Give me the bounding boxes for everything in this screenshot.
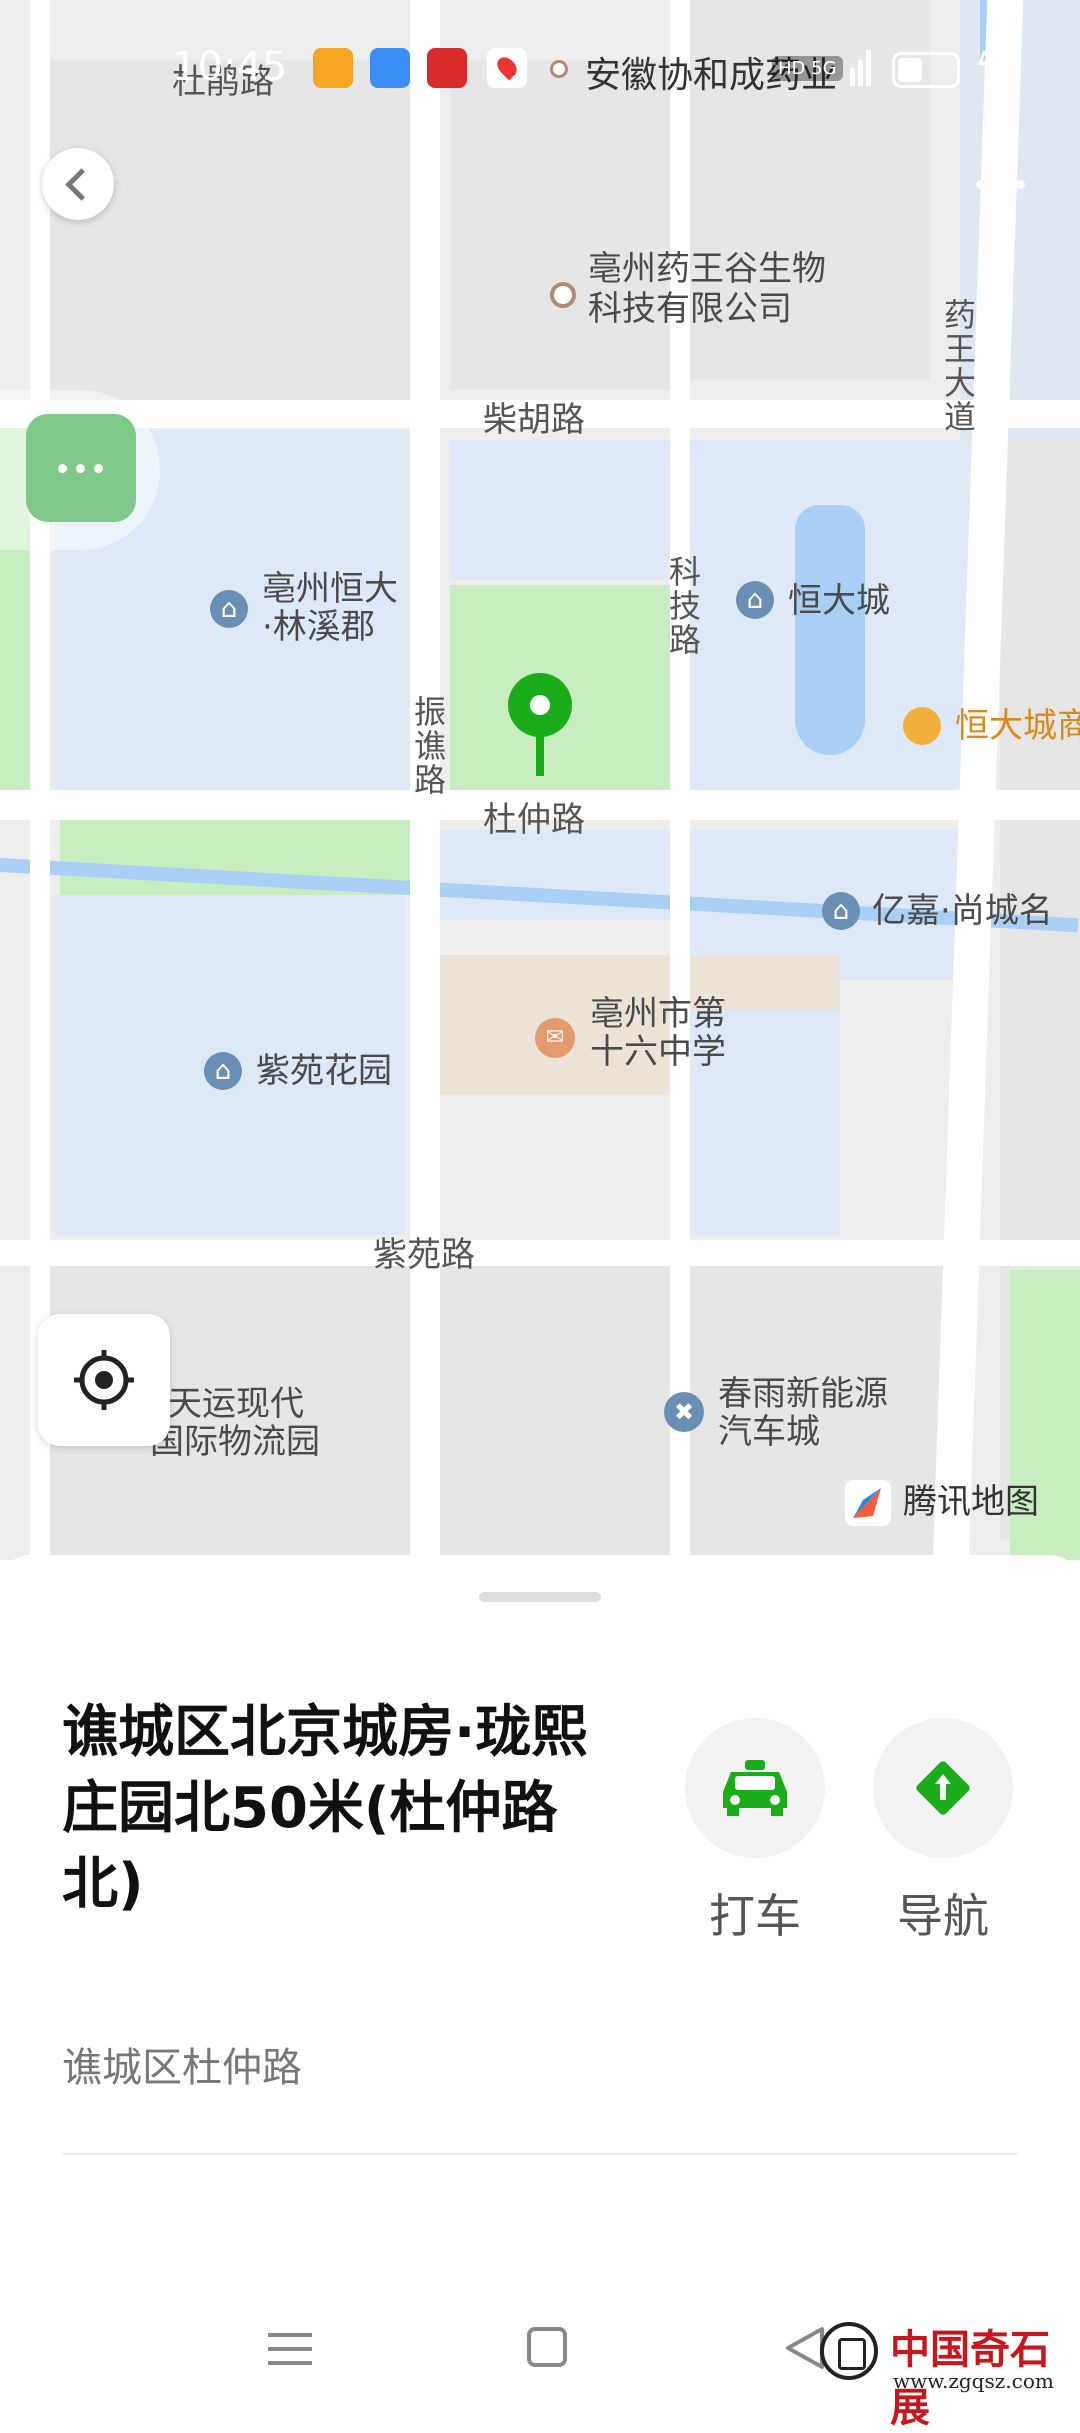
poi-label[interactable]: 汽车城 bbox=[718, 1413, 820, 1451]
crosshair-icon bbox=[74, 1350, 134, 1410]
signal-icon bbox=[850, 50, 874, 86]
recent-apps-button[interactable] bbox=[268, 2329, 312, 2369]
navigation-button[interactable] bbox=[873, 1718, 1013, 1858]
status-bar: 10:45 安徽协和成药业 HD 5G ϟ bbox=[0, 0, 1080, 130]
road bbox=[670, 0, 690, 1560]
location-pin-icon[interactable] bbox=[508, 673, 572, 737]
car-service-icon: ✖ bbox=[664, 1392, 704, 1432]
residence-icon bbox=[736, 581, 774, 619]
road-label: 科技路 bbox=[668, 553, 701, 659]
divider bbox=[62, 2153, 1018, 2155]
taxi-icon bbox=[723, 1760, 787, 1816]
poi-label[interactable]: 国际物流园 bbox=[150, 1423, 320, 1461]
locate-me-button[interactable] bbox=[38, 1314, 170, 1446]
poi-label[interactable]: 春雨新能源 bbox=[718, 1375, 888, 1413]
location-title: 谯城区北京城房·珑熙庄园北50米(杜仲路北) bbox=[62, 1700, 588, 1917]
taxi-button[interactable] bbox=[685, 1718, 825, 1858]
watermark-url: www.zgqsz.com bbox=[893, 2369, 1054, 2393]
floating-menu-button[interactable] bbox=[26, 414, 136, 522]
residence-icon bbox=[204, 1052, 242, 1090]
road-label: 柴胡路 bbox=[483, 400, 585, 440]
poi-label[interactable]: 天运现代 bbox=[168, 1385, 304, 1423]
poi-dot-icon bbox=[550, 282, 576, 308]
road-label: 药王大道 bbox=[943, 296, 976, 436]
lake bbox=[795, 505, 865, 755]
poi-label[interactable]: 亳州药王谷生物 bbox=[588, 250, 826, 288]
residential-area bbox=[450, 440, 670, 580]
road-label: 紫苑路 bbox=[373, 1235, 475, 1275]
road bbox=[0, 1240, 1080, 1266]
network-indicator: HD 5G bbox=[772, 56, 843, 81]
browser-app-icon bbox=[370, 48, 410, 88]
navigation-icon bbox=[916, 1761, 970, 1815]
location-detail-sheet: 谯城区北京城房·珑熙庄园北50米(杜仲路北) 打车 导航 谯城区杜仲路 中国奇石… bbox=[0, 1555, 1080, 2431]
shopping-icon bbox=[903, 707, 941, 745]
charging-icon: ϟ bbox=[975, 46, 998, 86]
battery-icon bbox=[892, 52, 960, 88]
poi-label[interactable]: 紫苑花园 bbox=[256, 1052, 392, 1090]
back-button[interactable] bbox=[42, 148, 114, 220]
home-button[interactable] bbox=[527, 2327, 567, 2367]
poi-label[interactable]: 十六中学 bbox=[590, 1033, 726, 1071]
school-icon: ✉ bbox=[535, 1018, 575, 1058]
poi-label[interactable]: 恒大城 bbox=[788, 582, 890, 620]
battery-level bbox=[898, 58, 922, 82]
poi-label[interactable]: 亳州市第 bbox=[590, 995, 726, 1033]
wallet-app-icon bbox=[313, 48, 353, 88]
chevron-left-icon bbox=[65, 168, 98, 201]
status-time: 10:45 bbox=[172, 44, 288, 90]
residence-icon bbox=[822, 892, 860, 930]
poi-label[interactable]: 科技有限公司 bbox=[588, 290, 792, 328]
poi-label[interactable]: 亳州恒大 bbox=[262, 570, 398, 608]
pin-center bbox=[530, 695, 550, 715]
poi-label[interactable]: 恒大城商 bbox=[955, 707, 1080, 745]
taxi-label[interactable]: 打车 bbox=[655, 1880, 855, 1946]
pin-stem bbox=[536, 732, 544, 776]
pin-glyph bbox=[493, 53, 521, 81]
watermark-logo-icon bbox=[820, 2322, 878, 2380]
map-brand-label: 腾讯地图 bbox=[903, 1482, 1039, 1522]
location-subtitle: 谯城区杜仲路 bbox=[62, 2045, 302, 2091]
more-options-button[interactable] bbox=[972, 178, 1032, 192]
notification-dot-icon bbox=[550, 60, 568, 78]
navigation-label[interactable]: 导航 bbox=[843, 1880, 1043, 1946]
road-label: 振谯路 bbox=[413, 693, 446, 799]
map-app-icon bbox=[487, 48, 527, 88]
shopping-app-icon bbox=[427, 48, 467, 88]
poi-label[interactable]: 亿嘉·尚城名 bbox=[872, 892, 1053, 930]
road-label: 杜仲路 bbox=[483, 800, 585, 840]
sheet-drag-handle[interactable] bbox=[479, 1592, 601, 1602]
tencent-map-logo-icon bbox=[845, 1480, 891, 1526]
residence-icon bbox=[210, 590, 248, 628]
poi-label[interactable]: ·林溪郡 bbox=[262, 608, 375, 646]
